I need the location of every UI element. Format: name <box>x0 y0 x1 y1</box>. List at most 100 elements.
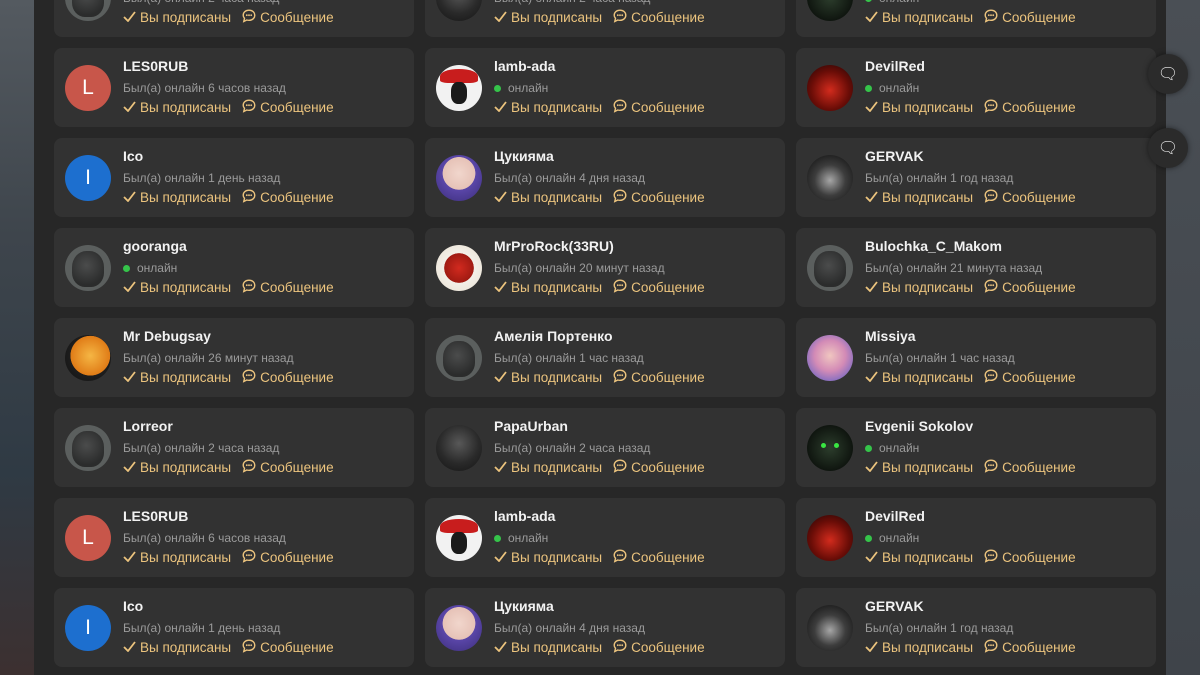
subscribed-button[interactable]: Вы подписаны <box>494 640 602 655</box>
message-button[interactable]: Сообщение <box>984 369 1076 386</box>
subscribed-button[interactable]: Вы подписаны <box>865 280 973 295</box>
user-name-link[interactable]: Evgenii Sokolov <box>865 418 973 434</box>
message-button[interactable]: Сообщение <box>242 9 334 26</box>
subscribed-button[interactable]: Вы подписаны <box>494 280 602 295</box>
user-name-link[interactable]: DevilRed <box>865 58 925 74</box>
message-button[interactable]: Сообщение <box>613 99 705 116</box>
subscribed-button[interactable]: Вы подписаны <box>123 100 231 115</box>
avatar[interactable] <box>436 155 482 201</box>
user-name-link[interactable]: Амелія Портенко <box>494 328 613 344</box>
avatar[interactable] <box>807 245 853 291</box>
message-button[interactable]: Сообщение <box>613 549 705 566</box>
user-name-link[interactable]: GERVAK <box>865 598 924 614</box>
avatar[interactable] <box>807 425 853 471</box>
message-button[interactable]: Сообщение <box>242 459 334 476</box>
user-name-link[interactable]: PapaUrban <box>494 418 568 434</box>
avatar[interactable]: L <box>65 515 111 561</box>
avatar[interactable] <box>807 515 853 561</box>
subscribed-button[interactable]: Вы подписаны <box>123 280 231 295</box>
message-button[interactable]: Сообщение <box>984 549 1076 566</box>
avatar[interactable] <box>436 65 482 111</box>
user-name-link[interactable]: Цукияма <box>494 598 554 614</box>
message-button[interactable]: Сообщение <box>984 9 1076 26</box>
avatar[interactable]: L <box>65 65 111 111</box>
subscribed-button[interactable]: Вы подписаны <box>865 460 973 475</box>
subscribed-button[interactable]: Вы подписаны <box>123 640 231 655</box>
message-button[interactable]: Сообщение <box>242 549 334 566</box>
message-button[interactable]: Сообщение <box>984 639 1076 656</box>
avatar[interactable] <box>65 0 111 21</box>
message-button[interactable]: Сообщение <box>613 9 705 26</box>
floating-chat-button[interactable]: 🗨 <box>1148 128 1188 168</box>
avatar[interactable] <box>436 335 482 381</box>
user-name-link[interactable]: Bulochka_C_Makom <box>865 238 1002 254</box>
message-button[interactable]: Сообщение <box>613 279 705 296</box>
user-name-link[interactable]: GERVAK <box>865 148 924 164</box>
subscribed-button[interactable]: Вы подписаны <box>865 370 973 385</box>
message-button[interactable]: Сообщение <box>984 279 1076 296</box>
message-button[interactable]: Сообщение <box>242 369 334 386</box>
subscribed-button[interactable]: Вы подписаны <box>865 550 973 565</box>
avatar[interactable] <box>807 0 853 21</box>
message-button[interactable]: Сообщение <box>613 639 705 656</box>
avatar[interactable] <box>436 0 482 21</box>
user-card: Цукияма Был(а) онлайн 4 дня назад Вы подпи… <box>425 588 785 667</box>
subscribed-button[interactable]: Вы подписаны <box>494 460 602 475</box>
subscribed-button[interactable]: Вы подписаны <box>123 10 231 25</box>
user-name-link[interactable]: gooranga <box>123 238 187 254</box>
avatar[interactable] <box>65 245 111 291</box>
subscribed-button[interactable]: Вы подписаны <box>865 10 973 25</box>
user-name-link[interactable]: Цукияма <box>494 148 554 164</box>
subscribed-button[interactable]: Вы подписаны <box>123 190 231 205</box>
floating-chat-button[interactable]: 🗨 <box>1148 54 1188 94</box>
subscribed-button[interactable]: Вы подписаны <box>494 190 602 205</box>
message-button[interactable]: Сообщение <box>242 189 334 206</box>
message-button[interactable]: Сообщение <box>242 639 334 656</box>
avatar[interactable] <box>436 605 482 651</box>
user-name-link[interactable]: Missiya <box>865 328 916 344</box>
subscribed-button[interactable]: Вы подписаны <box>865 640 973 655</box>
user-name-link[interactable]: MrProRock(33RU) <box>494 238 614 254</box>
message-button[interactable]: Сообщение <box>984 189 1076 206</box>
user-name-link[interactable]: LES0RUB <box>123 58 188 74</box>
avatar[interactable] <box>436 515 482 561</box>
user-name-link[interactable]: DevilRed <box>865 508 925 524</box>
user-card: L LES0RUB Был(а) онлайн 6 часов назад Вы по… <box>54 498 414 577</box>
message-button[interactable]: Сообщение <box>613 459 705 476</box>
message-button[interactable]: Сообщение <box>984 99 1076 116</box>
avatar[interactable] <box>807 155 853 201</box>
avatar[interactable] <box>807 335 853 381</box>
user-name-link[interactable]: LES0RUB <box>123 508 188 524</box>
message-label: Сообщение <box>1002 100 1076 115</box>
message-label: Сообщение <box>631 190 705 205</box>
avatar[interactable] <box>807 605 853 651</box>
subscribed-button[interactable]: Вы подписаны <box>123 460 231 475</box>
user-name-link[interactable]: Mr Debugsay <box>123 328 211 344</box>
message-label: Сообщение <box>1002 280 1076 295</box>
message-button[interactable]: Сообщение <box>242 279 334 296</box>
avatar[interactable]: I <box>65 605 111 651</box>
subscribed-button[interactable]: Вы подписаны <box>123 370 231 385</box>
subscribed-button[interactable]: Вы подписаны <box>494 550 602 565</box>
subscribed-button[interactable]: Вы подписаны <box>123 550 231 565</box>
user-name-link[interactable]: Ico <box>123 148 143 164</box>
avatar[interactable] <box>436 425 482 471</box>
user-name-link[interactable]: lamb-ada <box>494 58 555 74</box>
message-button[interactable]: Сообщение <box>984 459 1076 476</box>
avatar[interactable]: I <box>65 155 111 201</box>
message-button[interactable]: Сообщение <box>613 369 705 386</box>
subscribed-button[interactable]: Вы подписаны <box>865 100 973 115</box>
user-name-link[interactable]: Ico <box>123 598 143 614</box>
subscribed-button[interactable]: Вы подписаны <box>865 190 973 205</box>
message-button[interactable]: Сообщение <box>613 189 705 206</box>
subscribed-button[interactable]: Вы подписаны <box>494 10 602 25</box>
message-button[interactable]: Сообщение <box>242 99 334 116</box>
user-name-link[interactable]: Lorreor <box>123 418 173 434</box>
avatar[interactable] <box>65 335 111 381</box>
subscribed-button[interactable]: Вы подписаны <box>494 100 602 115</box>
user-name-link[interactable]: lamb-ada <box>494 508 555 524</box>
avatar[interactable] <box>65 425 111 471</box>
avatar[interactable] <box>436 245 482 291</box>
subscribed-button[interactable]: Вы подписаны <box>494 370 602 385</box>
avatar[interactable] <box>807 65 853 111</box>
